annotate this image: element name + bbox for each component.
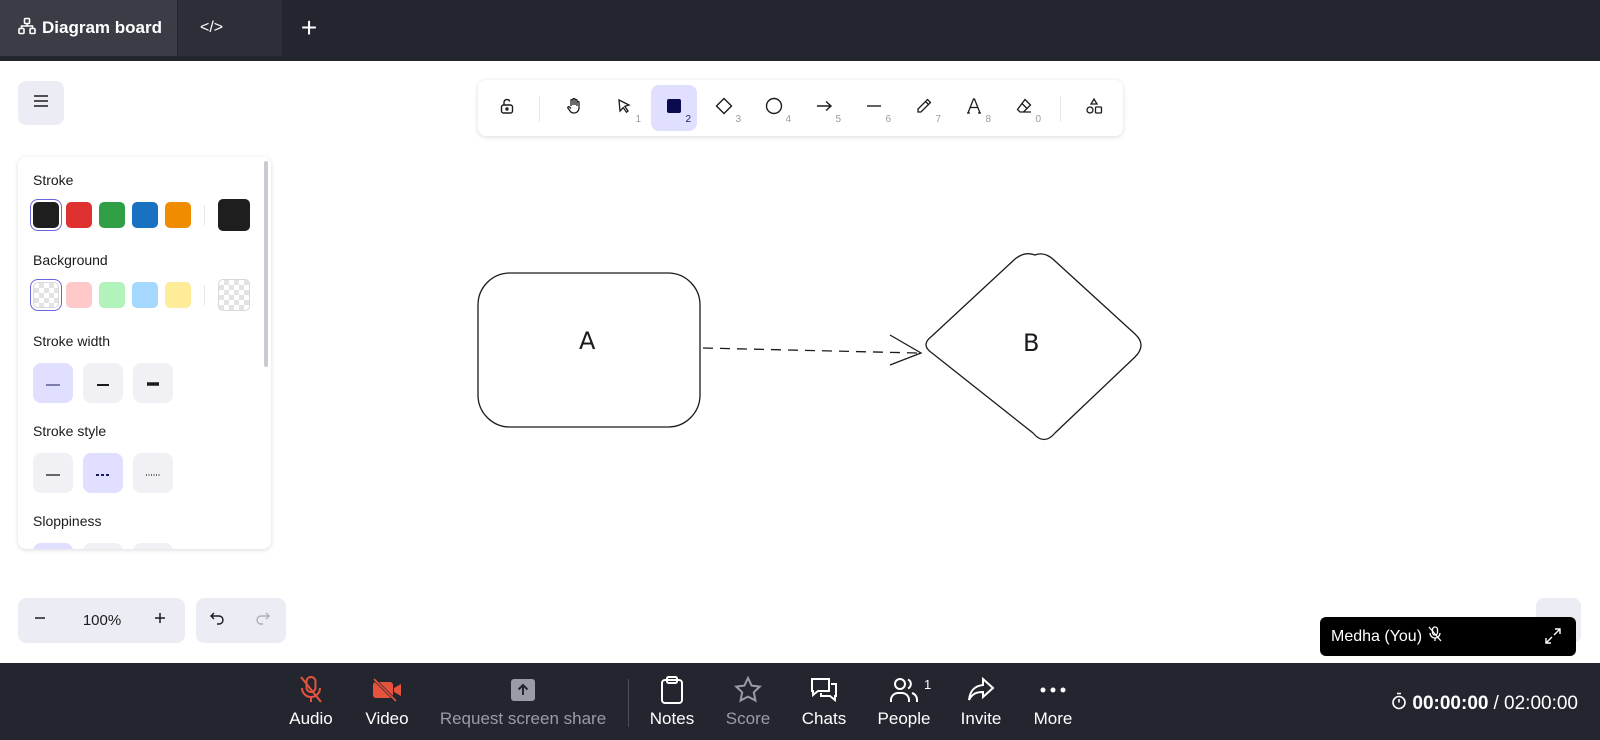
invite-label: Invite	[960, 709, 1002, 728]
audio-button[interactable]: Audio	[286, 663, 336, 740]
zoom-in-button[interactable]	[138, 598, 182, 643]
redo-icon	[253, 611, 271, 630]
tab-code-label: </>	[200, 19, 224, 36]
mic-off-icon	[1428, 626, 1442, 647]
dashed-arrow-connector[interactable]	[702, 347, 919, 354]
audio-label: Audio	[289, 709, 333, 728]
drawing-canvas[interactable]: 1 2 3 4 5 6 7 8 0 Stroke Background Stro…	[0, 61, 1600, 663]
zoom-out-button[interactable]	[18, 598, 62, 643]
redo-button[interactable]	[240, 598, 284, 643]
expand-icon[interactable]	[1544, 627, 1562, 650]
timer-elapsed: 00:00:00	[1412, 693, 1489, 714]
add-tab-button[interactable]: +	[296, 0, 322, 56]
plus-icon	[153, 611, 167, 630]
plus-icon: +	[300, 12, 318, 43]
people-button[interactable]: People	[876, 663, 932, 740]
shape-b-label: B	[1023, 329, 1040, 357]
people-count-badge: 1	[924, 677, 932, 692]
video-label: Video	[365, 709, 409, 728]
score-button[interactable]: Score	[722, 663, 774, 740]
chat-bubbles-icon	[809, 674, 839, 706]
call-control-bar: Audio Video Request screen share Notes S…	[0, 663, 1600, 740]
share-arrow-icon	[967, 674, 995, 706]
video-button[interactable]: Video	[360, 663, 414, 740]
self-video-tile: Medha (You)	[1320, 617, 1576, 656]
mic-off-icon	[298, 674, 324, 706]
diagram-svg	[477, 253, 1142, 441]
tab-code[interactable]: </>	[178, 0, 282, 56]
people-label: People	[877, 709, 931, 728]
chats-button[interactable]: Chats	[800, 663, 848, 740]
zoom-controls: 100%	[18, 598, 185, 643]
arrowhead	[889, 334, 923, 366]
timer-total: / 02:00:00	[1493, 693, 1578, 714]
more-button[interactable]: More	[1030, 663, 1076, 740]
star-icon	[734, 674, 762, 706]
undo-redo-controls	[196, 598, 286, 643]
zoom-value[interactable]: 100%	[66, 598, 138, 643]
notes-label: Notes	[649, 709, 695, 728]
tab-diagram-label: Diagram board	[42, 18, 162, 37]
diagram-icon	[18, 17, 36, 40]
minus-icon	[33, 611, 47, 630]
more-label: More	[1033, 709, 1073, 728]
score-label: Score	[725, 709, 771, 728]
video-off-icon	[371, 674, 403, 706]
clipboard-icon	[660, 674, 684, 706]
tab-diagram-board[interactable]: Diagram board	[0, 0, 177, 56]
invite-button[interactable]: Invite	[958, 663, 1004, 740]
stopwatch-icon	[1391, 692, 1407, 716]
screen-share-label: Request screen share	[439, 709, 607, 728]
top-tab-bar: Diagram board </> +	[0, 0, 1600, 61]
undo-button[interactable]	[196, 598, 240, 643]
session-timer: 00:00:00 / 02:00:00	[1391, 692, 1578, 716]
notes-button[interactable]: Notes	[646, 663, 698, 740]
self-name: Medha (You)	[1331, 627, 1423, 645]
undo-icon	[209, 611, 227, 630]
people-icon	[889, 674, 919, 706]
screen-share-icon	[510, 674, 536, 706]
request-screen-share-button[interactable]: Request screen share	[438, 663, 608, 740]
chats-label: Chats	[801, 709, 847, 728]
more-dots-icon	[1040, 674, 1066, 706]
shape-a-label: A	[579, 327, 596, 355]
